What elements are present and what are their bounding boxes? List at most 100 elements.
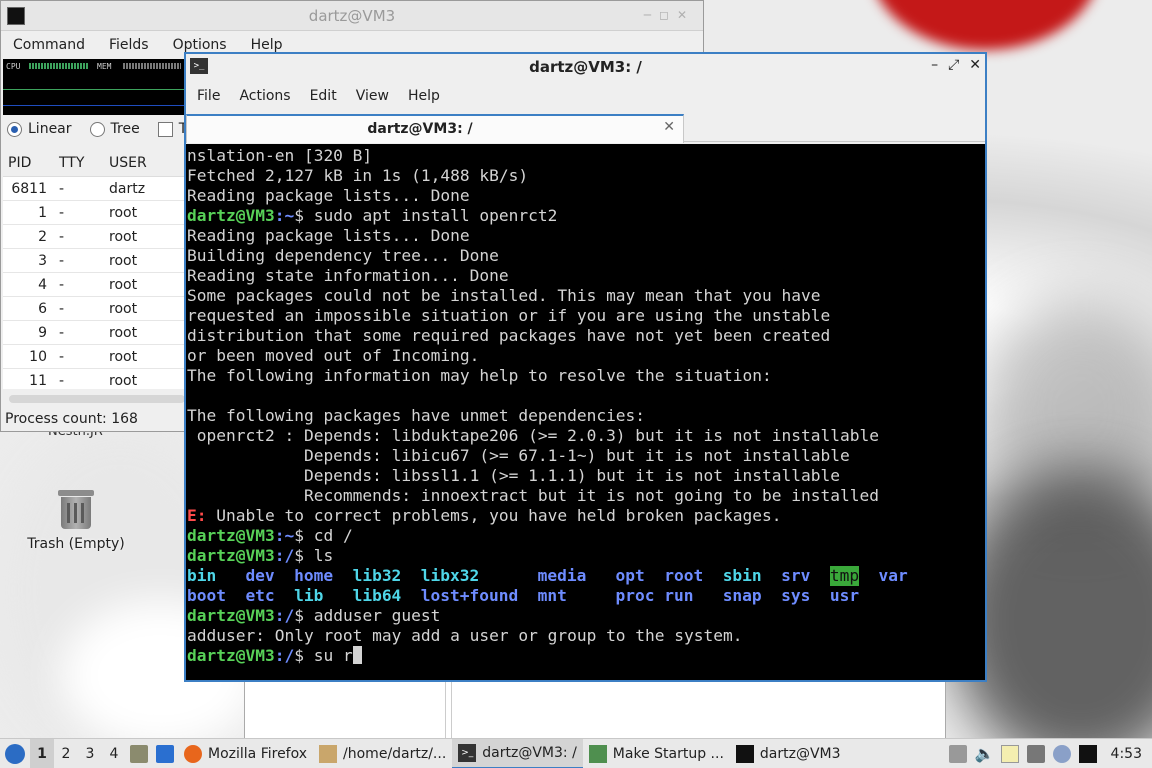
menu-command[interactable]: Command [1, 37, 97, 53]
window-controls[interactable]: ─◻✕ [644, 8, 695, 22]
row-pid: 3 [38, 252, 47, 269]
task-startup-disk[interactable]: Make Startup ... [583, 739, 730, 768]
cpu-graph-label: CPU [6, 62, 21, 71]
notes-icon[interactable] [1000, 745, 1019, 763]
process-table: PID TTY USER 6811- dartz 1- root 2- root 3-… [3, 149, 185, 389]
ls-entry: opt [615, 566, 645, 585]
row-tty: - [59, 372, 65, 389]
clipboard-icon[interactable] [948, 745, 967, 763]
workspace-4[interactable]: 4 [102, 746, 126, 762]
task-task-manager[interactable]: dartz@VM3 [730, 739, 847, 768]
task-label: Mozilla Firefox [208, 745, 308, 762]
column-pid[interactable]: PID [3, 155, 49, 171]
column-tty[interactable]: TTY [49, 155, 101, 171]
close-icon[interactable]: ✕ [969, 57, 981, 73]
workspace-1[interactable]: 1 [30, 738, 54, 768]
table-row[interactable]: 6- root [3, 297, 185, 321]
column-user[interactable]: USER [101, 155, 181, 171]
volume-icon[interactable]: 🔈 [975, 745, 995, 763]
terminal-tab[interactable]: dartz@VM3: / ✕ [186, 114, 684, 143]
ls-entry: sys [781, 586, 811, 605]
menu-help[interactable]: Help [397, 88, 448, 104]
threads-checkbox[interactable] [157, 121, 173, 137]
row-user: root [109, 300, 138, 317]
row-pid: 1 [38, 204, 47, 221]
terminal-output-line: openrct2 : Depends: libduktape206 (>= 2.… [187, 426, 879, 445]
terminal-output-line: Building dependency tree... Done [187, 246, 499, 265]
taskmanager-icon [735, 744, 754, 763]
clock[interactable]: 4:53 [1111, 746, 1142, 762]
menu-view[interactable]: View [345, 88, 397, 104]
minimize-icon[interactable]: ─ [644, 8, 659, 22]
ls-entry: usr [829, 586, 860, 605]
terminal-output-line: distribution that some required packages… [187, 326, 831, 345]
process-table-header: PID TTY USER [3, 149, 185, 177]
menu-file[interactable]: File [186, 88, 228, 104]
linear-radio[interactable] [7, 121, 22, 137]
terminal-prompt-line: dartz@VM3:~$ cd / [187, 526, 353, 545]
terminal-titlebar[interactable]: >_ dartz@VM3: / – ⤢ ✕ [186, 54, 985, 82]
network-icon[interactable] [1026, 745, 1045, 763]
ls-entry: libx32 [420, 566, 480, 585]
terminal-icon: >_ [458, 743, 477, 762]
close-tab-icon[interactable]: ✕ [663, 119, 675, 135]
terminal-window: >_ dartz@VM3: / – ⤢ ✕ File Actions Edit … [184, 52, 987, 682]
menu-actions[interactable]: Actions [228, 88, 298, 104]
terminal-output-line: Some packages could not be installed. Th… [187, 286, 821, 305]
table-row[interactable]: 11- root [3, 369, 185, 389]
workspace-2[interactable]: 2 [54, 746, 78, 762]
tab-label: dartz@VM3: / [367, 121, 473, 137]
terminal-output-line: nslation-en [320 B] [187, 146, 373, 165]
task-manager-title: dartz@VM3 [308, 7, 396, 25]
close-icon[interactable]: ✕ [677, 8, 695, 22]
system-tray: 🔈 4:53 [948, 739, 1152, 768]
start-menu-button[interactable] [0, 739, 30, 768]
task-manager-titlebar[interactable]: dartz@VM3 ─◻✕ [1, 1, 703, 31]
terminal-output-line: E: Unable to correct problems, you have … [187, 506, 782, 525]
updates-icon[interactable] [1052, 745, 1071, 763]
terminal-output[interactable]: nslation-en [320 B] Fetched 2,127 kB in 1… [186, 144, 985, 680]
task-file-manager[interactable]: /home/dartz/... [313, 739, 452, 768]
mem-graph-label: MEM [97, 62, 112, 71]
view-mode-options: Linear Tree Th [7, 121, 196, 137]
task-terminal[interactable]: >_ dartz@VM3: / [452, 738, 583, 768]
ls-entry: lib64 [352, 586, 402, 605]
ls-entry: sbin [722, 566, 762, 585]
tree-radio[interactable] [89, 121, 105, 137]
table-row[interactable]: 1- root [3, 201, 185, 225]
restore-icon[interactable]: ⤢ [948, 57, 959, 73]
row-pid: 11 [29, 372, 47, 389]
table-row[interactable]: 4- root [3, 273, 185, 297]
show-desktop-icon[interactable] [156, 744, 174, 763]
ls-entry: lost+found [420, 586, 519, 605]
process-count: Process count: 168 [5, 411, 138, 427]
ls-entry: dev [245, 566, 275, 585]
ls-entry: lib [294, 586, 324, 605]
terminal-output-line: The following packages have unmet depend… [187, 406, 646, 425]
menu-fields[interactable]: Fields [97, 37, 161, 53]
row-tty: - [59, 180, 65, 197]
menu-edit[interactable]: Edit [299, 88, 345, 104]
workspace-3[interactable]: 3 [78, 746, 102, 762]
menu-help[interactable]: Help [239, 37, 295, 53]
maximize-icon[interactable]: ◻ [659, 8, 677, 22]
start-menu-icon [5, 743, 25, 764]
row-tty: - [59, 324, 65, 341]
task-firefox[interactable]: Mozilla Firefox [178, 739, 313, 768]
horizontal-scrollbar[interactable] [9, 395, 185, 403]
table-row[interactable]: 10- root [3, 345, 185, 369]
table-row[interactable]: 9- root [3, 321, 185, 345]
terminal-output-line: Reading state information... Done [187, 266, 509, 285]
row-tty: - [59, 276, 65, 293]
file-manager-launcher-icon[interactable] [130, 744, 148, 763]
row-user: root [109, 252, 138, 269]
minimize-icon[interactable]: – [931, 57, 938, 73]
task-label: /home/dartz/... [343, 745, 447, 762]
table-row[interactable]: 6811- dartz [3, 177, 185, 201]
menu-options[interactable]: Options [161, 37, 239, 53]
table-row[interactable]: 2- root [3, 225, 185, 249]
desktop-icon-trash[interactable]: Trash (Empty) [20, 488, 132, 552]
display-icon[interactable] [1078, 745, 1097, 763]
table-row[interactable]: 3- root [3, 249, 185, 273]
